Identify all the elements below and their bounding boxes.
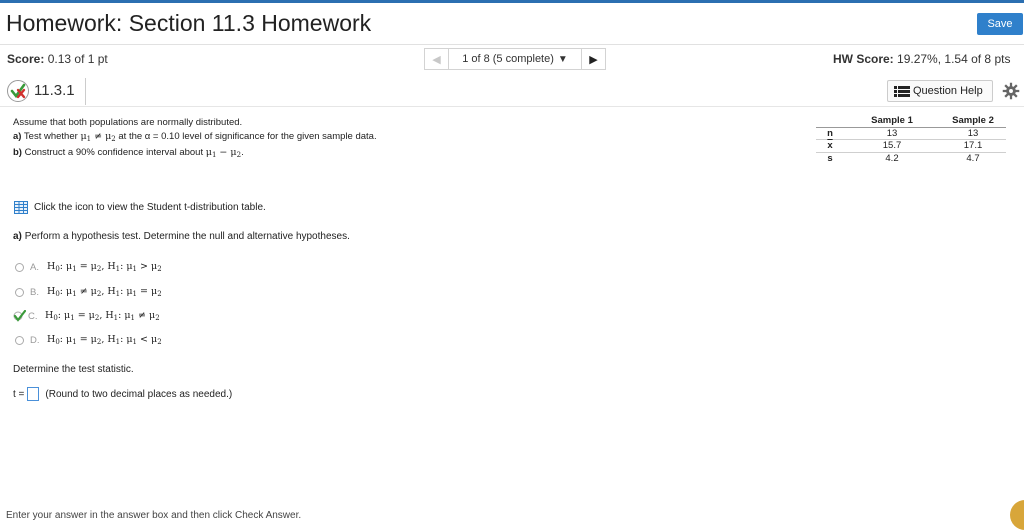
score: Score: 0.13 of 1 pt: [7, 52, 108, 66]
table-row: x 15.7 17.1: [816, 139, 1006, 153]
test-statistic-prompt: Determine the test statistic.: [13, 364, 134, 375]
question-id: 11.3.1: [34, 82, 75, 99]
question-help-button[interactable]: Question Help: [887, 80, 993, 102]
column-header-sample-2: Sample 2: [940, 115, 1006, 128]
save-button[interactable]: Save: [977, 13, 1023, 35]
triangle-right-icon: ▶: [589, 53, 598, 66]
score-label: Score:: [7, 52, 45, 66]
corner-widget[interactable]: [1010, 500, 1024, 530]
radio-button[interactable]: [15, 262, 24, 272]
hw-score: HW Score: 19.27%, 1.54 of 8 pts: [833, 52, 1010, 66]
option-c[interactable]: C. H0: μ1 = μ2, H1: μ1 ≠ μ2: [13, 310, 160, 322]
hw-score-label: HW Score:: [833, 52, 894, 66]
pager-info: 1 of 8 (5 complete): [462, 53, 554, 65]
question-divider: [0, 106, 1024, 107]
test-statistic-row: t = (Round to two decimal places as need…: [13, 387, 232, 401]
previous-question-button[interactable]: ◀: [425, 49, 449, 69]
table-header-row: Sample 1 Sample 2: [816, 115, 1006, 128]
score-value: 0.13 of 1 pt: [47, 52, 108, 66]
question-pager: ◀ 1 of 8 (5 complete) ▼ ▶: [424, 48, 606, 70]
t-table-link-text: Click the icon to view the Student t-dis…: [34, 202, 266, 213]
table-row: n 13 13: [816, 127, 1006, 140]
page-title: Homework: Section 11.3 Homework: [6, 10, 372, 36]
triangle-down-icon: ▼: [557, 53, 568, 65]
radio-button[interactable]: [15, 335, 24, 345]
problem-part-a: a) Test whether μ1 ≠ μ2 at the α = 0.10 …: [13, 131, 377, 143]
list-icon: [894, 85, 910, 97]
t-table-link: Click the icon to view the Student t-dis…: [14, 201, 266, 214]
instruction-footer: Enter your answer in the answer box and …: [6, 510, 302, 521]
test-statistic-input[interactable]: [27, 387, 40, 401]
question-id-divider: [85, 78, 86, 105]
column-header-sample-1: Sample 1: [844, 115, 940, 128]
check-icon: [13, 310, 26, 322]
next-question-button[interactable]: ▶: [581, 49, 605, 69]
header-divider: [0, 44, 1024, 45]
rounding-hint: (Round to two decimal places as needed.): [45, 388, 233, 400]
t-label: t =: [13, 388, 25, 400]
table-row: s 4.2 4.7: [827, 152, 980, 164]
problem-statement: Assume that both populations are normall…: [13, 116, 377, 162]
option-a[interactable]: A. H0: μ1 = μ2, H1: μ1 > μ2: [15, 261, 162, 273]
sample-data-table: Sample 1 Sample 2 n 13 13 x 15.7 17.1 s …: [816, 115, 1006, 164]
triangle-left-icon: ◀: [432, 53, 441, 66]
top-accent-bar: [0, 0, 1024, 3]
gear-icon[interactable]: [1002, 82, 1020, 100]
option-b[interactable]: B. H0: μ1 ≠ μ2, H1: μ1 = μ2: [15, 286, 162, 298]
option-d[interactable]: D. H0: μ1 = μ2, H1: μ1 < μ2: [15, 334, 162, 346]
hypothesis-prompt: a) Perform a hypothesis test. Determine …: [13, 231, 350, 242]
question-help-label: Question Help: [913, 85, 983, 97]
hw-score-value: 19.27%, 1.54 of 8 pts: [897, 52, 1011, 66]
question-selector[interactable]: 1 of 8 (5 complete) ▼: [449, 53, 581, 65]
problem-part-b: b) Construct a 90% confidence interval a…: [13, 147, 244, 159]
problem-intro: Assume that both populations are normall…: [13, 117, 243, 128]
table-icon[interactable]: [14, 201, 28, 214]
partial-credit-icon: [7, 80, 29, 102]
radio-button[interactable]: [15, 287, 24, 297]
